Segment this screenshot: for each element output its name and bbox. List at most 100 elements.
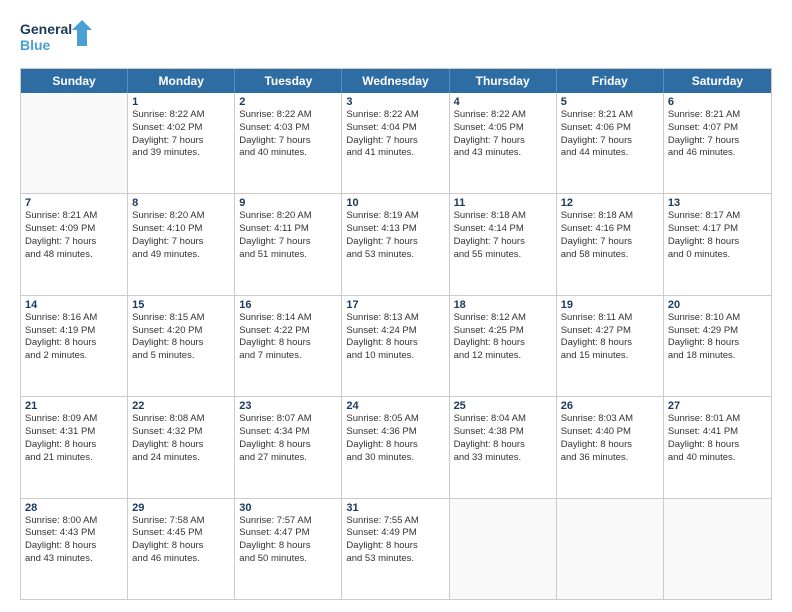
sunrise: Sunrise: 7:55 AM (346, 515, 444, 528)
sunset: Sunset: 4:47 PM (239, 527, 337, 540)
day-number: 28 (25, 502, 123, 514)
calendar-cell (557, 499, 664, 599)
daylight-minutes: and 40 minutes. (668, 452, 767, 465)
sunrise: Sunrise: 8:00 AM (25, 515, 123, 528)
sunset: Sunset: 4:49 PM (346, 527, 444, 540)
day-number: 13 (668, 197, 767, 209)
calendar-cell: 16 Sunrise: 8:14 AM Sunset: 4:22 PM Dayl… (235, 296, 342, 396)
sunset: Sunset: 4:27 PM (561, 325, 659, 338)
header-day-sunday: Sunday (21, 69, 128, 93)
day-number: 5 (561, 96, 659, 108)
sunrise: Sunrise: 8:15 AM (132, 312, 230, 325)
daylight-hours: Daylight: 8 hours (561, 439, 659, 452)
calendar-cell: 5 Sunrise: 8:21 AM Sunset: 4:06 PM Dayli… (557, 93, 664, 193)
sunset: Sunset: 4:20 PM (132, 325, 230, 338)
daylight-minutes: and 53 minutes. (346, 249, 444, 262)
daylight-hours: Daylight: 7 hours (454, 135, 552, 148)
sunset: Sunset: 4:10 PM (132, 223, 230, 236)
sunrise: Sunrise: 8:09 AM (25, 413, 123, 426)
day-number: 24 (346, 400, 444, 412)
day-number: 6 (668, 96, 767, 108)
sunset: Sunset: 4:41 PM (668, 426, 767, 439)
sunrise: Sunrise: 8:13 AM (346, 312, 444, 325)
daylight-minutes: and 27 minutes. (239, 452, 337, 465)
day-number: 29 (132, 502, 230, 514)
day-number: 2 (239, 96, 337, 108)
sunset: Sunset: 4:02 PM (132, 122, 230, 135)
day-number: 16 (239, 299, 337, 311)
daylight-hours: Daylight: 7 hours (239, 236, 337, 249)
sunrise: Sunrise: 8:05 AM (346, 413, 444, 426)
daylight-minutes: and 10 minutes. (346, 350, 444, 363)
sunrise: Sunrise: 8:08 AM (132, 413, 230, 426)
daylight-hours: Daylight: 8 hours (132, 337, 230, 350)
sunset: Sunset: 4:06 PM (561, 122, 659, 135)
sunset: Sunset: 4:34 PM (239, 426, 337, 439)
calendar-cell: 30 Sunrise: 7:57 AM Sunset: 4:47 PM Dayl… (235, 499, 342, 599)
day-number: 20 (668, 299, 767, 311)
calendar-cell (450, 499, 557, 599)
calendar-cell: 31 Sunrise: 7:55 AM Sunset: 4:49 PM Dayl… (342, 499, 449, 599)
daylight-hours: Daylight: 7 hours (132, 135, 230, 148)
day-number: 17 (346, 299, 444, 311)
daylight-hours: Daylight: 7 hours (346, 236, 444, 249)
sunset: Sunset: 4:36 PM (346, 426, 444, 439)
daylight-hours: Daylight: 7 hours (561, 236, 659, 249)
day-number: 11 (454, 197, 552, 209)
daylight-hours: Daylight: 7 hours (346, 135, 444, 148)
daylight-minutes: and 41 minutes. (346, 147, 444, 160)
day-number: 27 (668, 400, 767, 412)
calendar-cell: 2 Sunrise: 8:22 AM Sunset: 4:03 PM Dayli… (235, 93, 342, 193)
day-number: 14 (25, 299, 123, 311)
calendar-cell: 15 Sunrise: 8:15 AM Sunset: 4:20 PM Dayl… (128, 296, 235, 396)
calendar-body: 1 Sunrise: 8:22 AM Sunset: 4:02 PM Dayli… (21, 93, 771, 599)
calendar-cell: 8 Sunrise: 8:20 AM Sunset: 4:10 PM Dayli… (128, 194, 235, 294)
day-number: 4 (454, 96, 552, 108)
header-day-wednesday: Wednesday (342, 69, 449, 93)
sunrise: Sunrise: 8:22 AM (132, 109, 230, 122)
calendar-cell: 27 Sunrise: 8:01 AM Sunset: 4:41 PM Dayl… (664, 397, 771, 497)
daylight-minutes: and 58 minutes. (561, 249, 659, 262)
sunset: Sunset: 4:14 PM (454, 223, 552, 236)
sunrise: Sunrise: 8:03 AM (561, 413, 659, 426)
day-number: 19 (561, 299, 659, 311)
sunrise: Sunrise: 7:57 AM (239, 515, 337, 528)
sunset: Sunset: 4:03 PM (239, 122, 337, 135)
calendar-cell: 28 Sunrise: 8:00 AM Sunset: 4:43 PM Dayl… (21, 499, 128, 599)
calendar-cell: 26 Sunrise: 8:03 AM Sunset: 4:40 PM Dayl… (557, 397, 664, 497)
sunrise: Sunrise: 8:22 AM (239, 109, 337, 122)
calendar-cell: 3 Sunrise: 8:22 AM Sunset: 4:04 PM Dayli… (342, 93, 449, 193)
daylight-hours: Daylight: 7 hours (25, 236, 123, 249)
calendar-cell: 20 Sunrise: 8:10 AM Sunset: 4:29 PM Dayl… (664, 296, 771, 396)
sunrise: Sunrise: 8:14 AM (239, 312, 337, 325)
logo-svg: General Blue (20, 16, 92, 58)
sunrise: Sunrise: 8:04 AM (454, 413, 552, 426)
header: General Blue (20, 16, 772, 58)
daylight-minutes: and 50 minutes. (239, 553, 337, 566)
daylight-minutes: and 33 minutes. (454, 452, 552, 465)
calendar-week-2: 7 Sunrise: 8:21 AM Sunset: 4:09 PM Dayli… (21, 193, 771, 294)
calendar-cell: 25 Sunrise: 8:04 AM Sunset: 4:38 PM Dayl… (450, 397, 557, 497)
sunset: Sunset: 4:22 PM (239, 325, 337, 338)
daylight-minutes: and 55 minutes. (454, 249, 552, 262)
sunset: Sunset: 4:31 PM (25, 426, 123, 439)
header-day-monday: Monday (128, 69, 235, 93)
day-number: 12 (561, 197, 659, 209)
sunrise: Sunrise: 7:58 AM (132, 515, 230, 528)
sunset: Sunset: 4:05 PM (454, 122, 552, 135)
day-number: 26 (561, 400, 659, 412)
sunrise: Sunrise: 8:01 AM (668, 413, 767, 426)
calendar-cell: 4 Sunrise: 8:22 AM Sunset: 4:05 PM Dayli… (450, 93, 557, 193)
sunrise: Sunrise: 8:18 AM (454, 210, 552, 223)
calendar-cell: 29 Sunrise: 7:58 AM Sunset: 4:45 PM Dayl… (128, 499, 235, 599)
sunrise: Sunrise: 8:07 AM (239, 413, 337, 426)
calendar-week-1: 1 Sunrise: 8:22 AM Sunset: 4:02 PM Dayli… (21, 93, 771, 193)
daylight-hours: Daylight: 8 hours (346, 337, 444, 350)
calendar-cell: 23 Sunrise: 8:07 AM Sunset: 4:34 PM Dayl… (235, 397, 342, 497)
daylight-minutes: and 49 minutes. (132, 249, 230, 262)
day-number: 30 (239, 502, 337, 514)
daylight-hours: Daylight: 8 hours (668, 236, 767, 249)
day-number: 31 (346, 502, 444, 514)
sunrise: Sunrise: 8:18 AM (561, 210, 659, 223)
daylight-minutes: and 15 minutes. (561, 350, 659, 363)
